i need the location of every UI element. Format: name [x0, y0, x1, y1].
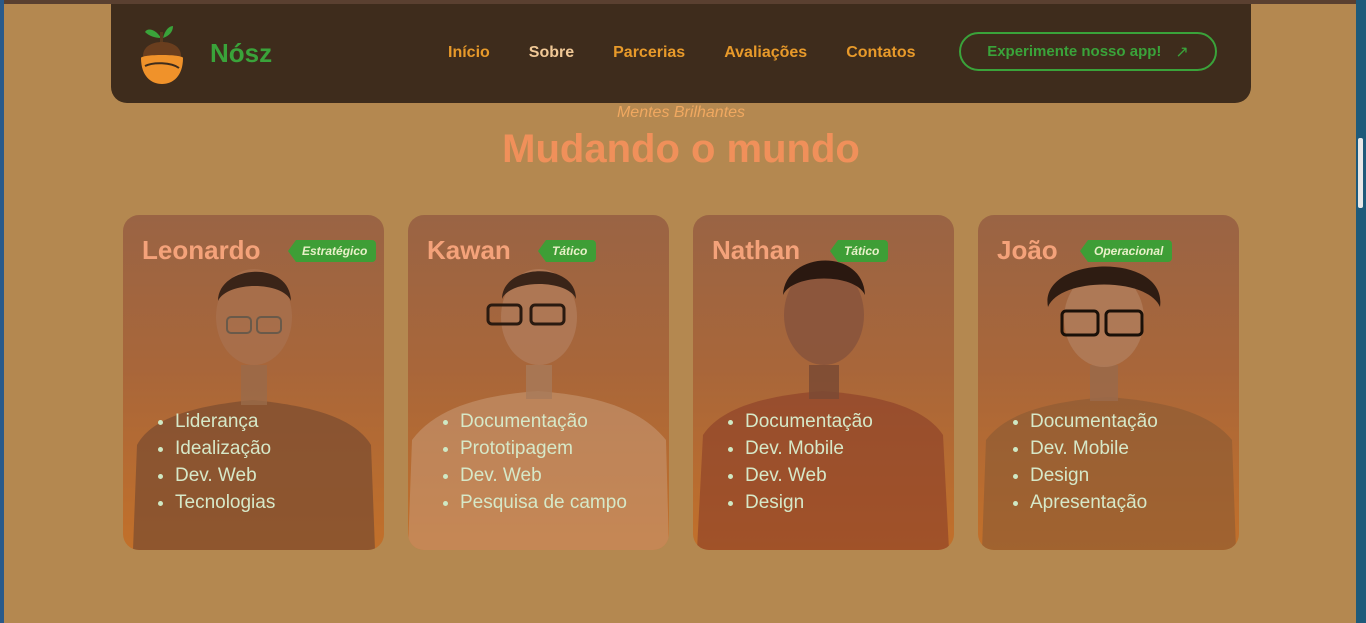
nav-link-contatos[interactable]: Contatos: [846, 44, 915, 62]
arrow-up-right-icon: ↗: [1175, 43, 1189, 61]
skill-item: Dev. Web: [460, 462, 627, 489]
skills-list: Documentação Dev. Mobile Design Apresent…: [1010, 408, 1158, 516]
skill-item: Apresentação: [1030, 489, 1158, 516]
skill-item: Documentação: [460, 408, 627, 435]
brand-name[interactable]: Nósz: [210, 38, 272, 69]
team-card-joao[interactable]: João Operacional Documentação Dev. Mobil…: [978, 215, 1239, 550]
skills-list: Documentação Dev. Mobile Dev. Web Design: [725, 408, 873, 516]
section-subtitle: Mentes Brilhantes: [616, 104, 746, 121]
nav-link-avaliacoes[interactable]: Avaliações: [724, 44, 807, 62]
role-badge: Operacional: [1080, 240, 1173, 262]
team-card-kawan[interactable]: Kawan Tático Documentação Prototipagem D…: [408, 215, 669, 550]
member-name: Nathan: [712, 235, 801, 265]
skill-item: Documentação: [745, 408, 873, 435]
role-badge: Estratégico: [288, 240, 377, 262]
skill-item: Idealização: [175, 435, 275, 462]
navbar: Nósz Início Sobre Parcerias Avaliações C…: [111, 4, 1251, 103]
skills-list: Liderança Idealização Dev. Web Tecnologi…: [155, 408, 275, 516]
skill-item: Design: [745, 489, 873, 516]
team-card-leonardo[interactable]: Leonardo Estratégico Liderança Idealizaç…: [123, 215, 384, 550]
section-title: Mudando o mundo: [502, 127, 860, 171]
skill-item: Pesquisa de campo: [460, 489, 627, 516]
acorn-logo-icon[interactable]: [139, 22, 185, 86]
window-left-edge: [0, 0, 4, 623]
try-app-label: Experimente nosso app!: [987, 43, 1162, 60]
skill-item: Design: [1030, 462, 1158, 489]
skill-item: Dev. Mobile: [1030, 435, 1158, 462]
skill-item: Liderança: [175, 408, 275, 435]
try-app-button[interactable]: Experimente nosso app! ↗: [959, 32, 1217, 71]
team-card-nathan[interactable]: Nathan Tático Documentação Dev. Mobile D…: [693, 215, 954, 550]
skill-item: Dev. Web: [175, 462, 275, 489]
member-name: Kawan: [427, 235, 511, 265]
member-name: Leonardo: [142, 235, 261, 265]
skill-item: Tecnologias: [175, 489, 275, 516]
skill-item: Prototipagem: [460, 435, 627, 462]
skill-item: Dev. Mobile: [745, 435, 873, 462]
member-name: João: [997, 235, 1058, 265]
skills-list: Documentação Prototipagem Dev. Web Pesqu…: [440, 408, 627, 516]
nav-link-parcerias[interactable]: Parcerias: [613, 44, 685, 62]
role-badge: Tático: [830, 240, 889, 262]
nav-links: Início Sobre Parcerias Avaliações Contat…: [448, 44, 955, 62]
role-badge: Tático: [538, 240, 597, 262]
skill-item: Documentação: [1030, 408, 1158, 435]
scrollbar[interactable]: [1356, 0, 1366, 623]
nav-link-sobre[interactable]: Sobre: [529, 44, 574, 62]
skill-item: Dev. Web: [745, 462, 873, 489]
nav-link-inicio[interactable]: Início: [448, 44, 490, 62]
